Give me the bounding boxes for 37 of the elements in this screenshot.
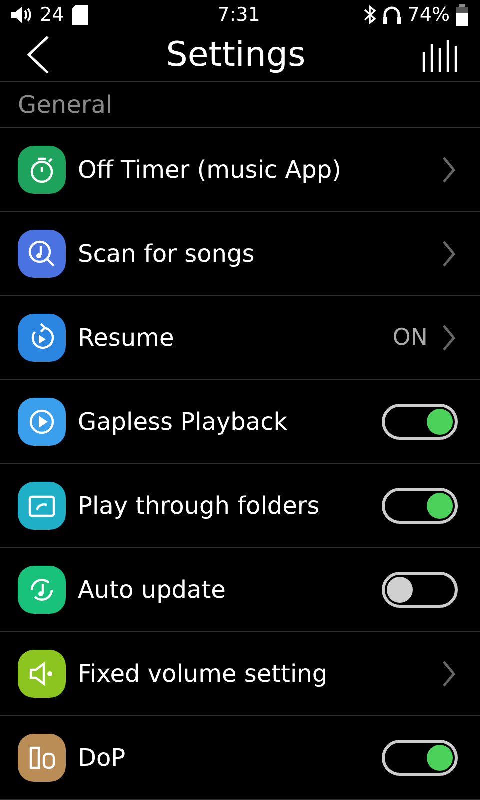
page-title: Settings: [166, 35, 306, 76]
settings-row[interactable]: Resume ON: [0, 296, 480, 380]
settings-row[interactable]: Auto update: [0, 548, 480, 632]
setting-label: Scan for songs: [78, 240, 256, 268]
sd-card-icon: [72, 4, 88, 25]
setting-label: Fixed volume setting: [78, 660, 329, 688]
volume-level: 24: [40, 4, 64, 26]
clock-time: 7:31: [218, 4, 260, 26]
setting-label: Resume: [78, 324, 176, 352]
settings-row[interactable]: Fixed volume setting: [0, 632, 480, 716]
settings-row[interactable]: Off Timer (music App): [0, 128, 480, 212]
toggle-switch[interactable]: [382, 488, 458, 524]
chevron-right-icon: [442, 156, 456, 184]
battery-icon: [456, 4, 468, 26]
settings-row[interactable]: Play through folders: [0, 464, 480, 548]
setting-value: ON: [392, 324, 428, 350]
battery-percent: 74%: [408, 4, 450, 26]
chevron-right-icon: [442, 324, 456, 352]
settings-row[interactable]: Gapless Playback: [0, 380, 480, 464]
volume-icon: [10, 6, 32, 24]
toggle-switch[interactable]: [382, 404, 458, 440]
chevron-right-icon: [442, 240, 456, 268]
setting-label: DoP: [78, 744, 127, 772]
bluetooth-icon: [364, 4, 376, 25]
toggle-switch[interactable]: [382, 740, 458, 776]
headphones-icon: [382, 4, 402, 25]
equalizer-icon[interactable]: [422, 38, 458, 72]
setting-label: Off Timer (music App): [78, 156, 342, 184]
toggle-switch[interactable]: [382, 572, 458, 608]
back-icon[interactable]: [26, 35, 50, 76]
settings-row[interactable]: DoP: [0, 716, 480, 800]
settings-row[interactable]: Scan for songs: [0, 212, 480, 296]
section-header: General: [18, 90, 113, 119]
setting-label: Play through folders: [78, 492, 321, 520]
setting-label: Gapless Playback: [78, 408, 289, 436]
chevron-right-icon: [442, 660, 456, 688]
setting-label: Auto update: [78, 576, 227, 604]
